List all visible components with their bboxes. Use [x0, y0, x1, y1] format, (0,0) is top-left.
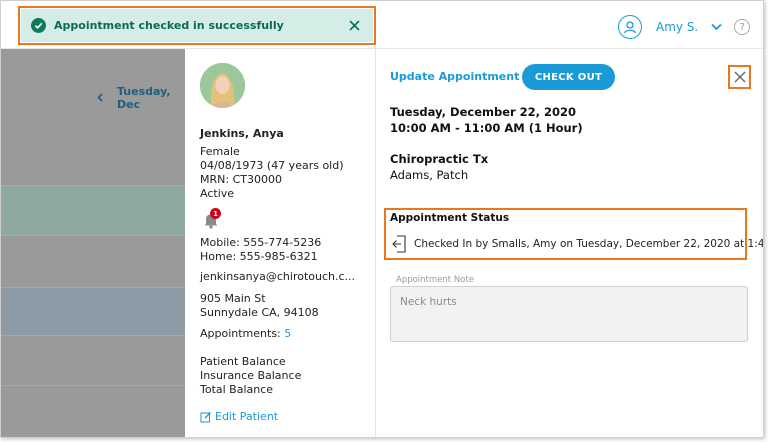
success-toast: Appointment checked in successfully: [21, 9, 373, 42]
patient-home-phone: Home: 555-985-6321: [200, 250, 318, 263]
appointment-status-title: Appointment Status: [390, 212, 510, 224]
update-appointment-label[interactable]: Update Appointment: [390, 70, 519, 83]
appointment-date: Tuesday, December 22, 2020: [390, 105, 577, 119]
patient-mobile: Mobile: 555-774-5236: [200, 236, 322, 249]
patient-email[interactable]: jenkinsanya@chirotouch.c...: [200, 270, 355, 283]
close-icon[interactable]: [347, 19, 361, 33]
edit-icon: [200, 411, 211, 422]
appointment-time: 10:00 AM - 11:00 AM (1 Hour): [390, 121, 583, 135]
schedule-band: [1, 185, 185, 235]
schedule-row: [1, 235, 185, 236]
help-icon[interactable]: ?: [734, 19, 751, 35]
user-circle-icon[interactable]: [618, 15, 642, 39]
patient-gender: Female: [200, 145, 240, 158]
edit-patient-label[interactable]: Edit Patient: [215, 410, 278, 423]
patient-dob: 04/08/1973 (47 years old): [200, 159, 344, 172]
schedule-row: [1, 335, 185, 336]
patient-name: Jenkins, Anya: [200, 127, 284, 140]
patient-balance-label: Patient Balance: [200, 355, 286, 368]
schedule-row: [1, 385, 185, 386]
user-menu[interactable]: Amy S. ?: [618, 15, 751, 39]
edit-patient-link[interactable]: Edit Patient: [200, 410, 278, 423]
schedule-band: [1, 287, 185, 335]
date-navigator: Tuesday, Dec: [97, 85, 185, 111]
check-in-icon: [392, 235, 406, 253]
insurance-balance-label: Insurance Balance: [200, 369, 302, 382]
appointment-service: Chiropractic Tx: [390, 152, 489, 166]
schedule-background: Tuesday, Dec: [1, 49, 185, 437]
total-balance-label: Total Balance: [200, 383, 274, 396]
appointment-provider: Adams, Patch: [390, 168, 469, 182]
chevron-down-icon[interactable]: [710, 21, 722, 33]
patient-status: Active: [200, 187, 235, 200]
patient-photo: [200, 63, 245, 108]
appointment-note-field[interactable]: Neck hurts: [390, 286, 748, 342]
appointments-label: Appointments:: [200, 327, 281, 340]
appointment-panel: Update Appointment CHECK OUT Tuesday, De…: [376, 49, 764, 437]
appointment-status-text: Checked In by Smalls, Amy on Tuesday, De…: [414, 238, 764, 250]
check-circle-icon: [31, 18, 46, 33]
schedule-row: [1, 185, 185, 186]
close-icon[interactable]: [734, 71, 746, 83]
patient-address-line2: Sunnydale CA, 94108: [200, 306, 319, 319]
patient-appointments: Appointments: 5: [200, 327, 291, 340]
patient-mrn: MRN: CT30000: [200, 173, 282, 186]
alert-count-badge: 1: [210, 208, 221, 219]
date-label: Tuesday, Dec: [117, 85, 171, 111]
chevron-left-icon: [97, 92, 103, 105]
appointment-note-label: Appointment Note: [396, 275, 474, 285]
update-appointment-dropdown[interactable]: Update Appointment: [390, 70, 533, 83]
user-name[interactable]: Amy S.: [656, 20, 698, 34]
toast-message: Appointment checked in successfully: [54, 19, 284, 32]
app-window: Appointment checked in successfully Amy …: [0, 0, 764, 438]
appointment-status-row: Checked In by Smalls, Amy on Tuesday, De…: [392, 235, 764, 253]
close-panel-button[interactable]: [728, 65, 751, 89]
appointments-count-link[interactable]: 5: [284, 327, 291, 340]
top-bar: Appointment checked in successfully Amy …: [1, 1, 763, 49]
schedule-row: [1, 287, 185, 288]
check-out-button[interactable]: CHECK OUT: [522, 64, 615, 90]
patient-panel: Jenkins, Anya Female 04/08/1973 (47 year…: [185, 49, 376, 437]
patient-address-line1: 905 Main St: [200, 292, 266, 305]
